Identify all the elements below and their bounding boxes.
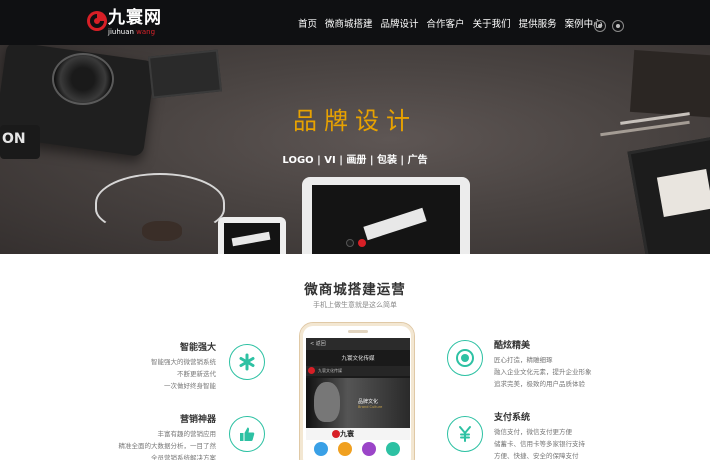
logo-name-cn: 九寰网: [108, 8, 162, 28]
yuan-icon: [459, 426, 471, 442]
figurine-image: [142, 221, 182, 241]
main-nav: 首页 微商城搭建 品牌设计 合作客户 关于我们 提供服务 案例中心: [298, 0, 611, 45]
nav-partners[interactable]: 合作客户: [427, 16, 465, 30]
social-icons: [594, 20, 630, 32]
phone-logo-icon: [332, 430, 340, 438]
phone-account-name: 九寰文化传媒: [318, 368, 342, 373]
logo-name-en-red: wang: [136, 28, 156, 36]
slider-dots: [346, 239, 370, 247]
logo-name-en-white: jiuhuan: [108, 28, 134, 36]
feature-desc-line: 全员营销系统解决方案: [151, 454, 216, 460]
banner-subtitle: LOGO | VI | 画册 | 包装 | 广告: [282, 155, 428, 166]
logo-name-en: jiuhuan wang: [108, 28, 155, 37]
nav-home[interactable]: 首页: [298, 16, 317, 30]
qq-icon[interactable]: [594, 20, 606, 32]
phone-logo-text: 九寰: [340, 430, 354, 438]
phone-app-icon-4[interactable]: [386, 442, 400, 456]
phone-page-title: 九寰文化传媒: [341, 356, 375, 362]
phone-app-icon-3[interactable]: [362, 442, 376, 456]
phone-speaker: [348, 330, 368, 333]
feature-desc-line: 一次做好终身智能: [164, 382, 216, 390]
slider-dot-1[interactable]: [346, 239, 354, 247]
phone-back-button[interactable]: < 返回: [310, 340, 326, 347]
feature-desc-line: 精准全面的大数据分析，一目了然: [118, 442, 217, 450]
section-title: 微商城搭建运营: [304, 282, 406, 298]
feature-title-cool: 酷炫精美: [494, 341, 531, 351]
phone-avatar: [308, 367, 315, 374]
section-subtitle: 手机上做生意就是这么简单: [313, 301, 397, 309]
phone-app-icon-2[interactable]: [338, 442, 352, 456]
nav-brand-design[interactable]: 品牌设计: [381, 16, 419, 30]
logo-swirl-icon: [87, 11, 107, 31]
feature-desc-line: 追求完美，极致的用户品质体验: [494, 380, 585, 388]
asterisk-icon: [239, 353, 255, 371]
feature-title-marketing: 营销神器: [179, 415, 216, 425]
phone-portrait-image: [314, 382, 340, 422]
nav-services[interactable]: 提供服务: [519, 16, 557, 30]
feature-circle-smart[interactable]: [229, 344, 265, 380]
feature-desc-cool: 匠心打造，精雕细琢 融入企业文化元素，提升企业形象 追求完美，极致的用户品质体验: [494, 354, 592, 390]
feature-desc-line: 融入企业文化元素，提升企业形象: [494, 368, 592, 376]
feature-title-smart: 智能强大: [179, 343, 216, 353]
feature-circle-cool[interactable]: [447, 340, 483, 376]
feature-desc-payment: 微信支付，微信支付更方便 储蓄卡、信用卡等多家银行支持 方便、快捷、安全的保障支…: [494, 426, 585, 460]
top-navbar: 九寰网 jiuhuan wang 首页 微商城搭建 品牌设计 合作客户 关于我们…: [0, 0, 710, 45]
phone-brand-text: 品牌文化: [358, 399, 379, 405]
feature-circle-payment[interactable]: [447, 416, 483, 452]
nav-about[interactable]: 关于我们: [473, 16, 511, 30]
phone-logo-bar: [306, 428, 410, 440]
target-icon: [456, 349, 474, 367]
wechat-icon[interactable]: [612, 20, 624, 32]
banner-title: 品牌设计: [293, 107, 417, 135]
camera-lens-image: [52, 53, 114, 105]
feature-title-payment: 支付系统: [494, 413, 531, 423]
tablet-right-ribbon: [656, 168, 710, 218]
thumbs-up-icon: [240, 427, 255, 441]
nav-micro-mall[interactable]: 微商城搭建: [325, 16, 373, 30]
feature-desc-line: 微信支付，微信支付更方便: [494, 428, 572, 436]
feature-desc-line: 不断更新迭代: [177, 370, 216, 378]
feature-circle-marketing[interactable]: [229, 416, 265, 452]
feature-desc-line: 智能强大的微营销系统: [151, 358, 216, 366]
card-holder-image: [147, 49, 223, 99]
feature-desc-smart: 智能强大的微营销系统 不断更新迭代 一次做好终身智能: [120, 356, 216, 392]
slider-dot-2[interactable]: [358, 239, 366, 247]
feature-desc-marketing: 丰富有趣的营销应用 精准全面的大数据分析，一目了然 全员营销系统解决方案: [100, 428, 217, 460]
hero-banner: ON 品牌设计 LOGO | VI | 画册 | 包装 | 广告: [0, 45, 710, 254]
feature-desc-line: 丰富有趣的营销应用: [157, 430, 217, 438]
phone-brand-subtext: Brand Culture: [358, 405, 383, 409]
feature-desc-line: 储蓄卡、信用卡等多家银行支持: [494, 440, 585, 448]
phone-screen: < 返回 九寰文化传媒 九寰文化传媒 品牌文化 Brand Culture 九寰: [306, 338, 410, 460]
phone-app-icon-1[interactable]: [314, 442, 328, 456]
feature-desc-line: 匠心打造，精雕细琢: [494, 356, 553, 364]
site-logo[interactable]: 九寰网 jiuhuan wang: [86, 8, 176, 38]
page: 九寰网 jiuhuan wang 首页 微商城搭建 品牌设计 合作客户 关于我们…: [0, 0, 710, 460]
feature-desc-line: 方便、快捷、安全的保障支付: [494, 452, 579, 460]
